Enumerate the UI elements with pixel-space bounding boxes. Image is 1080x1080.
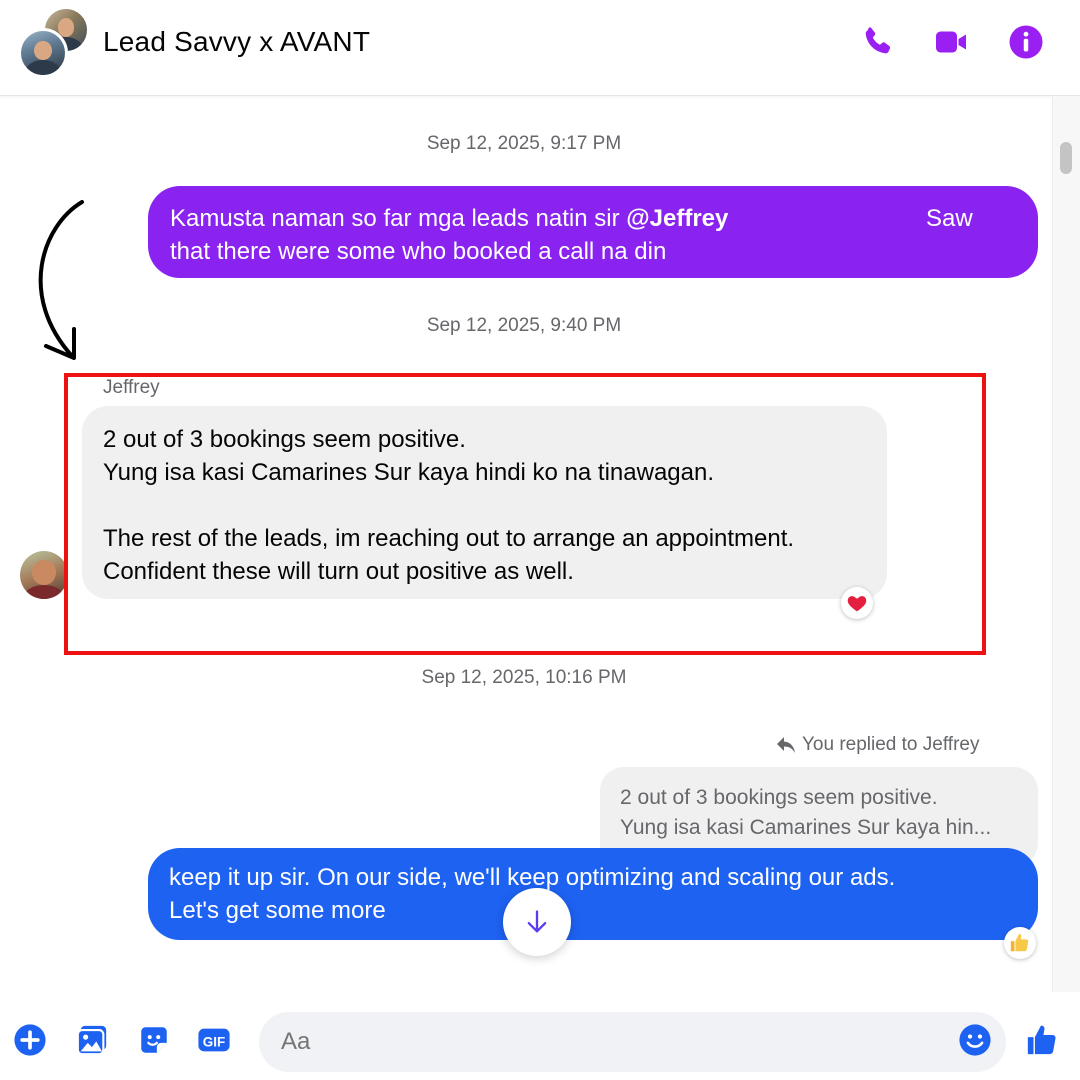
thumbs-up-reaction-icon[interactable] [1004, 927, 1036, 959]
emoji-icon[interactable] [957, 1022, 993, 1058]
message-text: that there were some who booked a call n… [170, 238, 667, 265]
reply-icon [777, 737, 795, 753]
like-icon[interactable] [1024, 1022, 1060, 1058]
scrollbar-thumb[interactable] [1060, 142, 1072, 174]
avatar [18, 28, 68, 78]
gif-icon[interactable]: GIF [196, 1022, 232, 1058]
group-avatar[interactable] [18, 6, 92, 78]
quoted-text: 2 out of 3 bookings seem positive. [620, 786, 938, 809]
message-input[interactable] [259, 1012, 1006, 1072]
annotation-arrow-icon [38, 200, 84, 360]
sticker-icon[interactable] [136, 1022, 172, 1058]
avatar[interactable] [20, 551, 68, 599]
plus-icon[interactable] [12, 1022, 48, 1058]
outgoing-message[interactable]: keep it up sir. On our side, we'll keep … [148, 848, 1038, 940]
message-text: keep it up sir. On our side, we'll keep … [169, 864, 896, 891]
highlight-box [64, 373, 986, 655]
mention[interactable]: @Jeffrey [626, 205, 728, 232]
gif-label: GIF [203, 1034, 225, 1049]
info-icon[interactable] [1006, 22, 1046, 62]
message-text: Let's get some more [169, 897, 386, 924]
timestamp: Sep 12, 2025, 10:16 PM [421, 667, 627, 688]
reply-label: You replied to Jeffrey [802, 734, 980, 755]
scrollbar[interactable] [1052, 97, 1080, 992]
phone-icon[interactable] [857, 22, 897, 62]
arrow-down-icon [527, 910, 547, 933]
timestamp: Sep 12, 2025, 9:17 PM [426, 133, 622, 154]
reply-indicator: You replied to Jeffrey [776, 734, 979, 756]
scroll-to-bottom-button[interactable] [503, 888, 571, 956]
image-icon[interactable] [74, 1022, 110, 1058]
message-text: Kamusta naman so far mga leads natin sir [170, 205, 627, 232]
message-text: Saw [926, 205, 973, 232]
video-icon[interactable] [931, 22, 971, 62]
conversation-title[interactable]: Lead Savvy x AVANT [103, 26, 370, 58]
outgoing-message[interactable]: Kamusta naman so far mga leads natin sir… [148, 186, 1038, 278]
conversation-header: Lead Savvy x AVANT [0, 0, 1080, 96]
timestamp: Sep 12, 2025, 9:40 PM [426, 315, 622, 336]
quoted-text: Yung isa kasi Camarines Sur kaya hin... [620, 816, 992, 839]
